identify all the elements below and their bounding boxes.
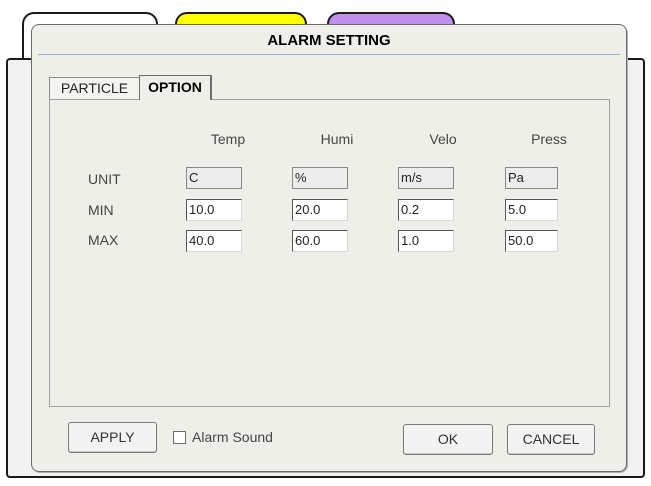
min-humi-input[interactable]: 20.0 bbox=[292, 199, 348, 221]
column-header-humi: Humi bbox=[320, 131, 354, 147]
tab-particle[interactable]: PARTICLE bbox=[49, 77, 140, 99]
column-header-press: Press bbox=[531, 131, 567, 147]
row-label-min: MIN bbox=[88, 202, 114, 218]
max-press-input[interactable]: 50.0 bbox=[505, 230, 558, 252]
min-press-input[interactable]: 5.0 bbox=[505, 199, 558, 221]
column-header-temp: Temp bbox=[210, 131, 246, 147]
max-velo-input[interactable]: 1.0 bbox=[398, 230, 454, 252]
max-temp-input[interactable]: 40.0 bbox=[186, 230, 242, 252]
min-temp-input[interactable]: 10.0 bbox=[186, 199, 242, 221]
dialog-title: ALARM SETTING bbox=[267, 32, 391, 49]
column-header-velo: Velo bbox=[429, 131, 457, 147]
apply-button[interactable]: APPLY bbox=[68, 422, 157, 453]
ok-button[interactable]: OK bbox=[403, 424, 493, 455]
max-humi-input[interactable]: 60.0 bbox=[292, 230, 348, 252]
row-label-max: MAX bbox=[88, 232, 119, 248]
title-divider bbox=[38, 54, 620, 55]
unit-humi-field: % bbox=[292, 167, 348, 189]
unit-temp-field: C bbox=[186, 167, 242, 189]
min-velo-input[interactable]: 0.2 bbox=[398, 199, 454, 221]
alarm-setting-dialog: ALARM SETTING PARTICLE OPTION Temp Humi … bbox=[31, 24, 627, 472]
tab-option[interactable]: OPTION bbox=[139, 75, 212, 100]
checkbox-box[interactable] bbox=[173, 431, 186, 444]
cancel-button[interactable]: CANCEL bbox=[507, 424, 595, 455]
alarm-sound-label: Alarm Sound bbox=[192, 429, 273, 445]
unit-press-field: Pa bbox=[505, 167, 558, 189]
row-label-unit: UNIT bbox=[88, 171, 121, 187]
unit-velo-field: m/s bbox=[398, 167, 454, 189]
option-panel: Temp Humi Velo Press UNIT C % m/s Pa MIN… bbox=[49, 99, 610, 407]
